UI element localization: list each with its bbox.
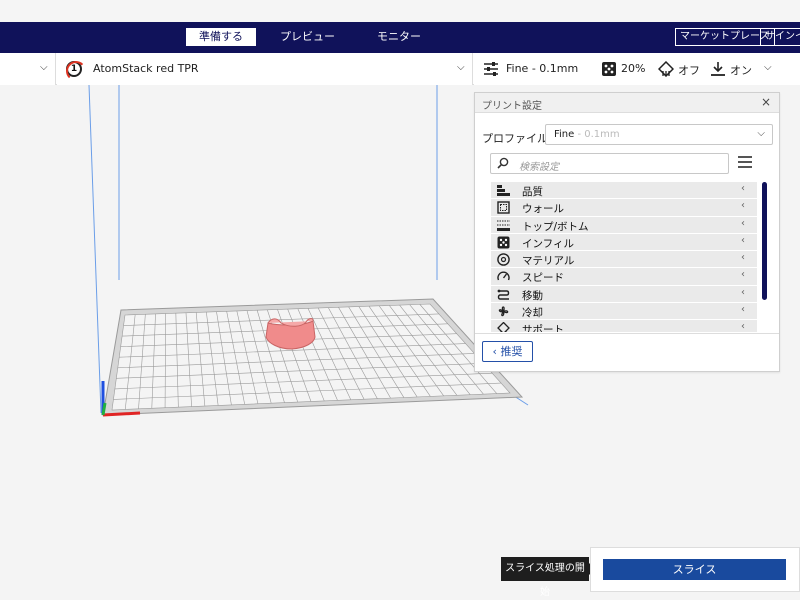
y-axis — [101, 402, 107, 416]
profile-value-wrap: Fine - 0.1mm — [554, 129, 620, 140]
category-label: 移動 — [522, 289, 543, 302]
printer-selector[interactable]: 1 AtomStack red TPR ⌵ — [57, 53, 473, 85]
build-volume-edge — [88, 85, 102, 414]
support-icon — [497, 322, 510, 332]
stage-tabs: 準備する プレビュー モニター — [186, 28, 427, 46]
quality-icon — [497, 185, 510, 196]
slice-button[interactable]: スライス — [603, 559, 786, 580]
adhesion-value: オン — [730, 64, 752, 77]
chevron-left-icon: ‹ — [741, 269, 745, 281]
category-label: インフィル — [522, 237, 574, 250]
chevron-down-icon: ⌵ — [764, 62, 772, 73]
settings-category-cooling[interactable]: 冷却 ‹ — [491, 303, 757, 321]
chevron-down-icon: ⌵ — [40, 62, 48, 73]
support-value: オフ — [678, 64, 700, 77]
tab-prepare[interactable]: 準備する — [186, 28, 256, 46]
printer-number: 1 — [70, 64, 78, 74]
profile-summary: Fine - 0.1mm — [506, 62, 579, 75]
close-icon[interactable]: × — [761, 95, 771, 109]
chevron-left-icon: ‹ — [741, 183, 745, 194]
tab-monitor[interactable]: モニター — [371, 28, 427, 46]
chevron-left-icon: ‹ — [741, 234, 745, 246]
material-icon — [497, 253, 510, 266]
infill-icon — [497, 236, 510, 249]
chevron-down-icon: ⌵ — [757, 128, 765, 139]
chevron-down-icon: ⌵ — [457, 62, 465, 73]
toolbar: ⌵ 1 AtomStack red TPR ⌵ Fine - 0.1mm 20%… — [0, 53, 800, 85]
search-icon — [497, 157, 509, 169]
settings-category-list: 品質 ‹ ウォール ‹ トップ/ボトム ‹ インフィル ‹ マテリアル ‹ スピード ‹ 移動 ‹ 冷却 ‹ サ… — [491, 182, 757, 332]
settings-category-top-bottom[interactable]: トップ/ボトム ‹ — [491, 216, 757, 234]
print-settings-panel: プリント設定 × プロファイル Fine - 0.1mm ⌵ 検索設定 品質 ‹ ウ… — [474, 92, 780, 372]
app-header: 準備する プレビュー モニター マーケットプレース サインイン — [0, 22, 800, 53]
settings-sliders-icon — [484, 62, 498, 76]
settings-category-quality[interactable]: 品質 ‹ — [491, 182, 757, 200]
panel-divider — [475, 333, 779, 334]
infill-icon — [602, 62, 616, 76]
search-settings-input[interactable]: 検索設定 — [490, 153, 729, 174]
print-settings-selector[interactable]: Fine - 0.1mm 20% オフ オン ⌵ — [474, 53, 800, 85]
open-file-selector[interactable]: ⌵ — [0, 53, 56, 85]
speed-icon — [497, 272, 510, 281]
chevron-left-icon: ‹ — [741, 304, 745, 316]
category-label: マテリアル — [522, 255, 575, 268]
chevron-left-icon: ‹ — [741, 200, 745, 212]
chevron-left-icon: ‹ — [741, 286, 745, 298]
category-label: トップ/ボトム — [522, 220, 589, 233]
settings-visibility-menu-icon[interactable] — [738, 156, 752, 170]
chevron-left-icon: ‹ — [741, 321, 745, 332]
category-label: 冷却 — [522, 307, 543, 320]
search-placeholder: 検索設定 — [519, 162, 559, 173]
wall-icon — [497, 201, 510, 214]
printer-name: AtomStack red TPR — [93, 62, 199, 75]
category-label: スピード — [522, 272, 564, 285]
profile-label: プロファイル — [482, 132, 548, 145]
settings-category-speed[interactable]: スピード ‹ — [491, 268, 757, 286]
tab-preview[interactable]: プレビュー — [266, 28, 349, 46]
support-icon — [658, 61, 674, 77]
adhesion-icon — [711, 62, 725, 76]
settings-category-wall[interactable]: ウォール ‹ — [491, 199, 757, 217]
infill-value: 20% — [621, 62, 646, 75]
profile-value: Fine — [554, 129, 575, 140]
category-label: 品質 — [522, 186, 543, 198]
recommended-label: 推奨 — [500, 345, 523, 358]
panel-header: プリント設定 × — [475, 93, 779, 113]
signin-button[interactable]: サインイン — [760, 28, 800, 46]
category-label: サポート — [522, 324, 564, 332]
window-top-strip — [0, 0, 800, 22]
recommended-button[interactable]: ‹ 推奨 — [482, 341, 533, 362]
profile-dropdown[interactable]: Fine - 0.1mm ⌵ — [545, 124, 773, 145]
cooling-icon — [498, 306, 509, 317]
profile-sub: - 0.1mm — [574, 129, 620, 140]
slice-panel: スライス — [590, 547, 800, 592]
top-bottom-icon — [497, 220, 510, 231]
category-scrollbar[interactable] — [762, 182, 767, 300]
settings-category-infill[interactable]: インフィル ‹ — [491, 233, 757, 252]
category-label: ウォール — [522, 203, 564, 216]
printer-number-icon: 1 — [66, 61, 86, 81]
settings-category-support[interactable]: サポート ‹ — [491, 320, 757, 332]
settings-category-material[interactable]: マテリアル ‹ — [491, 251, 757, 269]
settings-category-travel[interactable]: 移動 ‹ — [491, 285, 757, 304]
chevron-left-icon: ‹ — [741, 252, 745, 264]
slice-tooltip: スライス処理の開始 — [501, 557, 595, 598]
panel-title: プリント設定 — [482, 101, 542, 112]
chevron-left-icon: ‹ — [741, 217, 745, 229]
travel-icon — [497, 289, 510, 300]
x-axis — [102, 411, 141, 417]
